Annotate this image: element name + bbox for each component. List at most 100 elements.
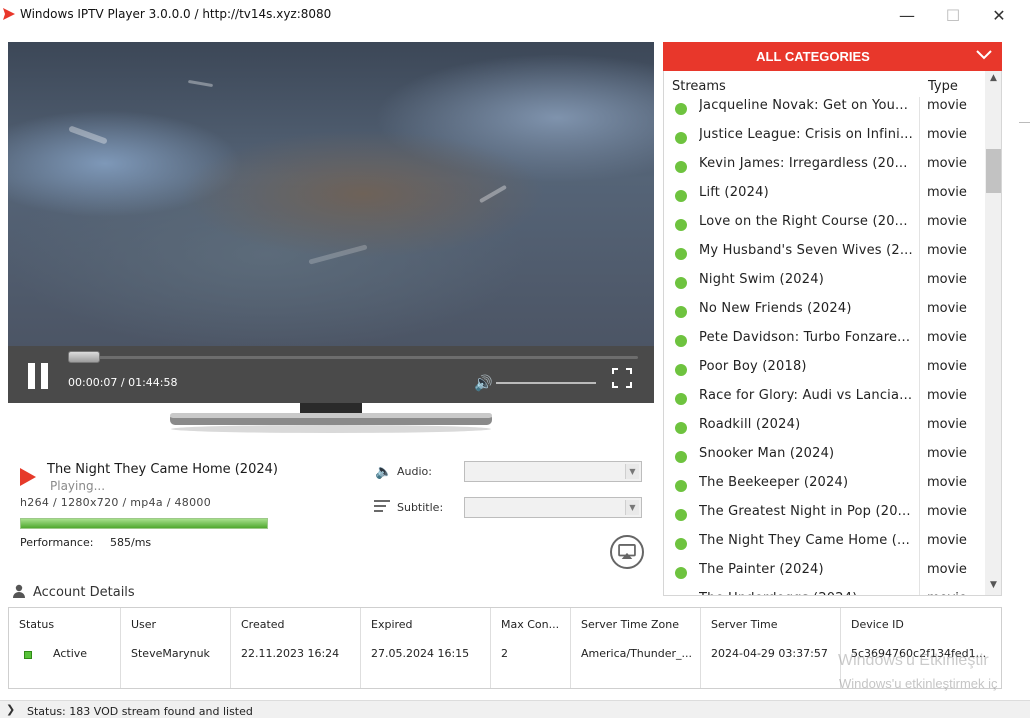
stream-type: movie [927,214,967,229]
stream-list-scrollbar[interactable]: ▲ ▼ [985,71,1001,595]
stream-row[interactable]: Pete Davidson: Turbo Fonzare... movie [664,329,986,358]
tv-stand-icon [170,403,492,433]
close-button[interactable]: ✕ [976,0,1022,30]
scroll-up-icon[interactable]: ▲ [985,73,1001,87]
stream-type: movie [927,504,967,519]
stream-name: The Painter (2024) [699,562,824,577]
online-status-icon [675,306,687,318]
subtitle-label: Subtitle: [397,501,444,514]
stream-type: movie [927,243,967,258]
category-dropdown[interactable]: ALL CATEGORIES [663,42,1002,71]
account-column-header: Max Con... [501,618,560,631]
online-status-icon [675,248,687,260]
stream-row[interactable]: The Painter (2024) movie [664,561,986,590]
stream-row[interactable]: Kevin James: Irregardless (20... movie [664,155,986,184]
performance-value: 585/ms [110,536,152,549]
stream-type: movie [927,156,967,171]
stream-name: The Night They Came Home (... [699,533,911,548]
chevron-down-icon[interactable] [975,46,993,64]
stream-name: The Beekeeper (2024) [699,475,849,490]
app-window: Windows IPTV Player 3.0.0.0 / http://tv1… [0,0,1030,718]
stream-type: movie [927,562,967,577]
now-playing-state: Playing... [50,479,106,493]
now-playing-title: The Night They Came Home (2024) [47,462,278,477]
stream-row[interactable]: Race for Glory: Audi vs Lancia ... movie [664,387,986,416]
stream-type: movie [927,417,967,432]
player-controls: 00:00:07 / 01:44:58 🔊 [8,346,654,403]
stream-name: Jacqueline Novak: Get on You... [699,98,909,113]
chevron-down-icon[interactable]: ▼ [625,464,639,479]
column-header-streams[interactable]: Streams [672,79,726,94]
online-status-icon [675,364,687,376]
account-column: Expired 27.05.2024 16:15 [361,608,491,688]
stream-row[interactable]: Night Swim (2024) movie [664,271,986,300]
stream-row[interactable]: No New Friends (2024) movie [664,300,986,329]
account-column-value: Active [53,647,88,660]
seek-handle[interactable] [68,351,100,363]
maximize-button[interactable]: ☐ [930,0,976,30]
category-label: ALL CATEGORIES [756,49,870,64]
online-status-icon [675,335,687,347]
stream-row[interactable]: The Greatest Night in Pop (20... movie [664,503,986,532]
stream-row[interactable]: My Husband's Seven Wives (2... movie [664,242,986,271]
stream-row[interactable]: The Night They Came Home (... movie [664,532,986,561]
stream-name: Poor Boy (2018) [699,359,807,374]
seek-bar[interactable] [68,351,638,363]
scrollbar-thumb[interactable] [986,149,1001,193]
stream-name: My Husband's Seven Wives (2... [699,243,913,258]
fullscreen-icon[interactable] [612,368,632,388]
online-status-icon [675,480,687,492]
minimize-button[interactable]: — [884,0,930,30]
audio-track-select[interactable]: ▼ [464,461,642,482]
account-column-value: 22.11.2023 16:24 [241,647,340,660]
stream-row[interactable]: The Beekeeper (2024) movie [664,474,986,503]
status-active-icon [24,651,32,659]
volume-icon[interactable]: 🔊 [474,374,493,392]
stream-type: movie [927,272,967,287]
user-icon [13,584,25,598]
stream-name: Lift (2024) [699,185,769,200]
stream-row[interactable]: Jacqueline Novak: Get on You... movie [664,97,986,126]
stream-name: No New Friends (2024) [699,301,852,316]
pause-button[interactable] [26,363,52,389]
scroll-down-icon[interactable]: ▼ [985,580,1001,594]
stream-row[interactable]: Lift (2024) movie [664,184,986,213]
column-header-type[interactable]: Type [928,79,958,94]
stream-name: Justice League: Crisis on Infini... [699,127,913,142]
account-column-value: 27.05.2024 16:15 [371,647,470,660]
stream-row[interactable]: The Underdoggs (2024) movie [664,590,986,595]
subtitle-track-select[interactable]: ▼ [464,497,642,518]
online-status-icon [675,567,687,579]
now-playing-icon [20,468,36,486]
stream-row[interactable]: Love on the Right Course (20... movie [664,213,986,242]
chevron-right-icon[interactable]: ❯ [6,703,15,716]
online-status-icon [675,103,687,115]
stream-row[interactable]: Roadkill (2024) movie [664,416,986,445]
stream-type: movie [927,388,967,403]
online-status-icon [675,219,687,231]
stream-type: movie [927,533,967,548]
volume-slider[interactable] [496,382,596,384]
title-bar: Windows IPTV Player 3.0.0.0 / http://tv1… [0,0,1030,30]
online-status-icon [675,451,687,463]
stream-type: movie [927,591,967,595]
list-header: Streams Type [664,71,986,97]
audio-label: Audio: [397,465,432,478]
stream-row[interactable]: Poor Boy (2018) movie [664,358,986,387]
account-column: Status Active [9,608,121,688]
video-frame[interactable] [8,42,654,346]
cast-icon[interactable] [610,535,644,569]
stream-name: Love on the Right Course (20... [699,214,908,229]
account-column-header: Device ID [851,618,904,631]
account-column: Server Time Zone America/Thunder_... [571,608,701,688]
stream-row[interactable]: Justice League: Crisis on Infini... movie [664,126,986,155]
stream-codec-info: h264 / 1280x720 / mp4a / 48000 [20,496,211,509]
account-details-title: Account Details [33,585,135,600]
chevron-down-icon[interactable]: ▼ [625,500,639,515]
account-column-value: SteveMarynuk [131,647,210,660]
online-status-icon [675,190,687,202]
account-column-header: Created [241,618,285,631]
stream-row[interactable]: Snooker Man (2024) movie [664,445,986,474]
playback-time: 00:00:07 / 01:44:58 [68,376,178,389]
stream-type: movie [927,185,967,200]
